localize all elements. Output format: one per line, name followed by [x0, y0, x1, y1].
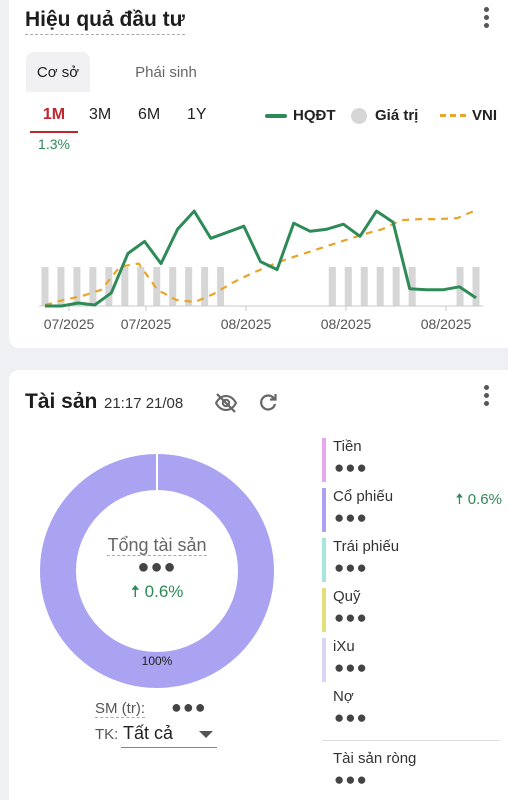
value-bar: [137, 267, 145, 306]
asset-color-bar: [322, 688, 326, 732]
value-bar: [392, 267, 400, 306]
asset-value: ●●●: [334, 558, 368, 577]
value-bar: [89, 267, 97, 306]
asset-change: 🠅 0.6%: [455, 491, 502, 508]
assets-timestamp: 21:17 21/08: [104, 395, 184, 412]
sm-value: ●●●: [171, 697, 207, 717]
total-assets-label: Tổng tài sản: [107, 535, 207, 556]
x-tick-label: 07/2025: [44, 316, 95, 332]
arrow-up-icon: 🠅: [130, 582, 145, 601]
asset-value: ●●●: [334, 708, 368, 727]
chevron-down-icon: [199, 731, 213, 738]
x-tick-label: 08/2025: [221, 316, 272, 332]
period-change-value: 1.3%: [38, 136, 70, 152]
legend-vni-dash-icon: [440, 114, 466, 117]
asset-color-bar: [322, 638, 326, 682]
value-bar: [328, 267, 336, 306]
asset-name: Tiền: [333, 438, 362, 455]
legend-hqdt[interactable]: HQĐT: [265, 107, 336, 124]
period-1m-button[interactable]: 1M: [30, 106, 78, 124]
value-bar: [201, 267, 209, 306]
performance-menu-icon[interactable]: [484, 7, 490, 28]
tab-co-so[interactable]: Cơ sở: [26, 52, 90, 92]
sm-label: SM (tr):: [95, 700, 145, 718]
performance-chart[interactable]: 07/2025 07/2025 08/2025 08/2025 08/2025: [9, 160, 508, 345]
asset-color-bar: [322, 488, 326, 532]
asset-value: ●●●: [334, 508, 368, 527]
legend-gia-tri-label: Giá trị: [375, 107, 419, 124]
asset-color-bar: [322, 538, 326, 582]
tab-phai-sinh[interactable]: Phái sinh: [116, 52, 216, 92]
net-divider: [322, 740, 500, 741]
account-select[interactable]: Tất cả: [121, 720, 217, 748]
asset-name: Tài sản ròng: [333, 750, 417, 767]
period-6m-button[interactable]: 6M: [138, 106, 160, 124]
value-bar: [73, 267, 81, 306]
legend-hqdt-label: HQĐT: [293, 107, 336, 124]
asset-row-0[interactable]: Tiền ●●●: [322, 438, 502, 482]
performance-card: Hiệu quả đầu tư Cơ sở Phái sinh 1M 1.3% …: [9, 0, 508, 348]
value-bar: [121, 267, 129, 306]
asset-value: ●●●: [334, 458, 368, 477]
asset-value: ●●●: [334, 658, 368, 677]
asset-value: ●●●: [334, 608, 368, 627]
period-1y-button[interactable]: 1Y: [187, 106, 207, 124]
value-bar: [217, 267, 225, 306]
x-tick-label: 08/2025: [421, 316, 472, 332]
value-bar: [376, 267, 384, 306]
period-3m-button[interactable]: 3M: [89, 106, 111, 124]
asset-name: iXu: [333, 638, 355, 655]
asset-row-4[interactable]: iXu ●●●: [322, 638, 502, 682]
assets-card: Tài sản 21:17 21/08 Tổng tài sản ●●● 🠅 0…: [9, 370, 508, 800]
refresh-icon[interactable]: [256, 391, 280, 415]
donut-percent-label: 100%: [141, 654, 173, 668]
asset-row-3[interactable]: Quỹ ●●●: [322, 588, 502, 632]
value-bar: [41, 267, 49, 306]
tk-label: TK:: [95, 726, 119, 743]
asset-value: ●●●: [334, 770, 368, 789]
total-assets-value: ●●●: [137, 556, 177, 578]
legend-gia-tri-circle-icon: [351, 107, 367, 124]
account-select-value: Tất cả: [123, 723, 174, 743]
legend-hqdt-line-icon: [265, 113, 287, 118]
x-tick-label: 08/2025: [321, 316, 372, 332]
asset-row-2[interactable]: Trái phiếu ●●●: [322, 538, 502, 582]
performance-title: Hiệu quả đầu tư: [25, 8, 185, 35]
asset-row-net[interactable]: Tài sản ròng ●●●: [322, 750, 502, 794]
value-bar: [344, 267, 352, 306]
asset-row-5[interactable]: Nợ ●●●: [322, 688, 502, 732]
value-bar: [360, 267, 368, 306]
value-bar: [105, 267, 113, 306]
legend-vni[interactable]: VNI: [440, 107, 497, 124]
legend-gia-tri[interactable]: Giá trị: [351, 107, 418, 124]
assets-title: Tài sản: [25, 390, 98, 413]
asset-color-bar: [322, 588, 326, 632]
x-tick-label: 07/2025: [121, 316, 172, 332]
arrow-up-icon: 🠅: [455, 491, 468, 508]
asset-color-bar: [322, 438, 326, 482]
asset-name: Nợ: [333, 688, 354, 705]
period-selected-indicator: [30, 131, 78, 133]
eye-off-icon[interactable]: [214, 391, 238, 415]
legend-vni-label: VNI: [472, 107, 498, 124]
assets-menu-icon[interactable]: [484, 385, 490, 406]
value-bar: [472, 267, 480, 306]
asset-row-1[interactable]: Cổ phiếu ●●● 🠅 0.6%: [322, 488, 502, 532]
total-assets-change: 🠅 0.6%: [130, 582, 184, 601]
asset-name: Cổ phiếu: [333, 488, 394, 505]
asset-name: Quỹ: [333, 588, 361, 605]
asset-name: Trái phiếu: [333, 538, 400, 555]
